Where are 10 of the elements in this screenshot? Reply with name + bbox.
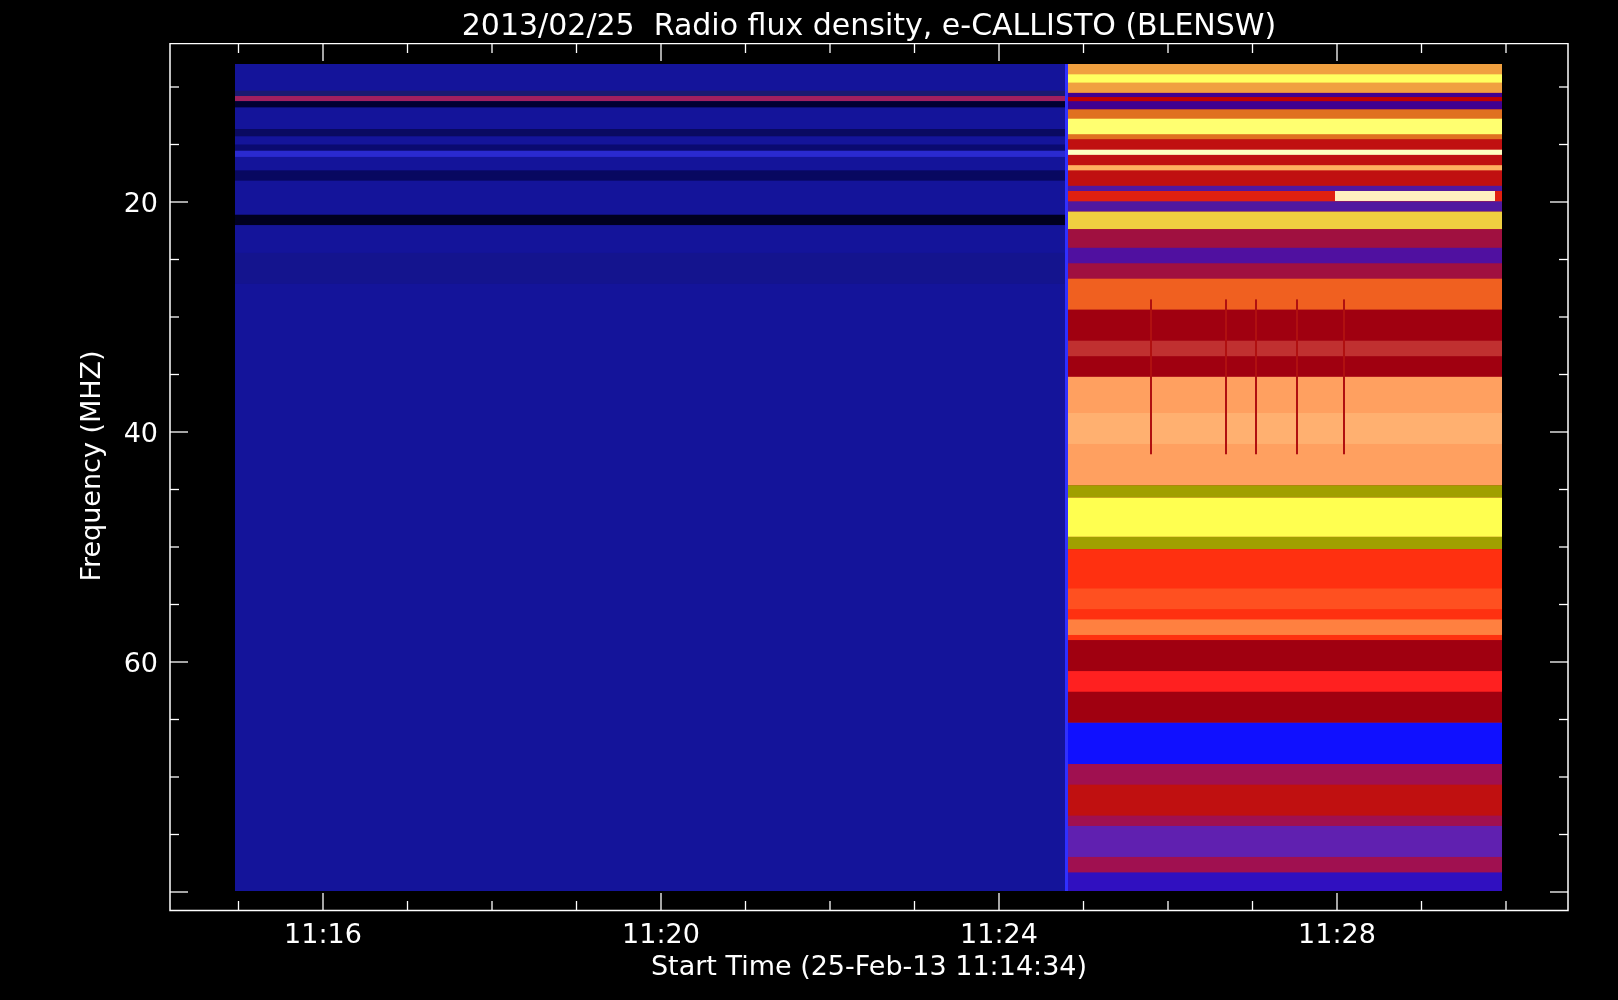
y-tick-label: 40 — [123, 417, 158, 448]
x-axis-label: Start Time (25-Feb-13 11:14:34) — [650, 950, 1088, 981]
y-axis-label: Frequency (MHZ) — [75, 350, 106, 582]
y-tick-label: 20 — [123, 187, 158, 218]
chart-title: 2013/02/25 Radio flux density, e-CALLISTO (BLENSW) — [461, 7, 1277, 43]
x-tick-label: 11:24 — [960, 918, 1038, 949]
x-tick-label: 11:16 — [284, 918, 362, 949]
x-tick-label: 11:20 — [622, 918, 700, 949]
y-tick-label: 60 — [123, 647, 158, 678]
x-tick-label: 11:28 — [1298, 918, 1376, 949]
